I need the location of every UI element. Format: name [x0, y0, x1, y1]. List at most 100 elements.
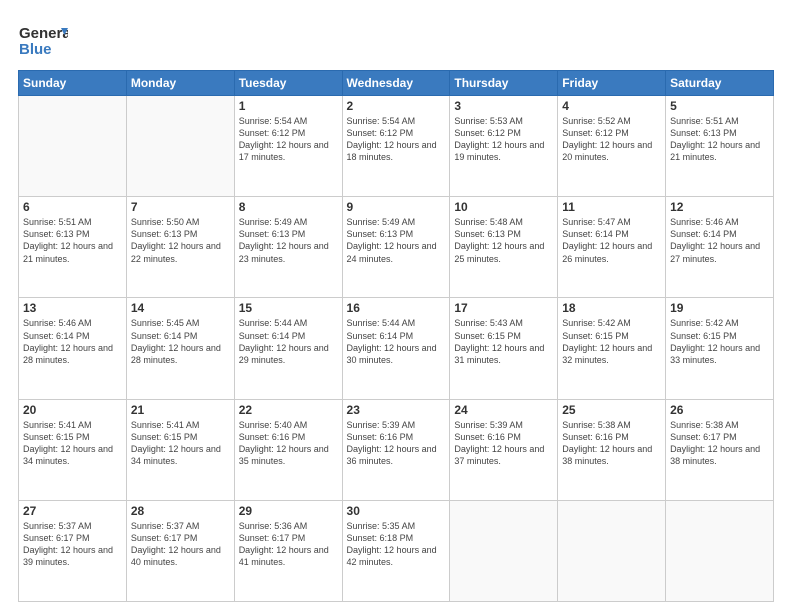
week-row-4: 20 Sunrise: 5:41 AM Sunset: 6:15 PM Dayli… [19, 399, 774, 500]
day-info: Sunrise: 5:48 AM Sunset: 6:13 PM Dayligh… [454, 216, 553, 265]
header: General Blue [18, 18, 774, 60]
day-number: 11 [562, 200, 661, 214]
day-number: 7 [131, 200, 230, 214]
day-number: 17 [454, 301, 553, 315]
day-number: 30 [347, 504, 446, 518]
weekday-header-wednesday: Wednesday [342, 71, 450, 96]
weekday-header-row: SundayMondayTuesdayWednesdayThursdayFrid… [19, 71, 774, 96]
day-number: 10 [454, 200, 553, 214]
calendar-cell: 20Sunrise: 5:41 AM Sunset: 6:15 PM Dayli… [19, 399, 127, 500]
calendar-cell: 10 Sunrise: 5:48 AM Sunset: 6:13 PM Dayli… [450, 197, 558, 298]
day-number: 24 [454, 403, 553, 417]
calendar-cell [666, 500, 774, 601]
calendar-cell: 21Sunrise: 5:41 AM Sunset: 6:15 PM Dayli… [126, 399, 234, 500]
calendar-cell: 1 Sunrise: 5:54 AM Sunset: 6:12 PM Daylig… [234, 96, 342, 197]
calendar-cell: 18 Sunrise: 5:42 AM Sunset: 6:15 PM Dayli… [558, 298, 666, 399]
day-number: 14 [131, 301, 230, 315]
day-number: 8 [239, 200, 338, 214]
logo: General Blue [18, 18, 68, 60]
weekday-header-thursday: Thursday [450, 71, 558, 96]
calendar-cell [126, 96, 234, 197]
day-number: 25 [562, 403, 661, 417]
day-info: Sunrise: 5:46 AM Sunset: 6:14 PM Dayligh… [23, 317, 122, 366]
day-number: 3 [454, 99, 553, 113]
day-info: Sunrise: 5:49 AM Sunset: 6:13 PM Dayligh… [239, 216, 338, 265]
day-info: Sunrise: 5:38 AM Sunset: 6:16 PM Dayligh… [562, 419, 661, 468]
svg-text:Blue: Blue [19, 41, 52, 58]
day-info: Sunrise: 5:50 AM Sunset: 6:13 PM Dayligh… [131, 216, 230, 265]
weekday-header-tuesday: Tuesday [234, 71, 342, 96]
calendar-cell: 19 Sunrise: 5:42 AM Sunset: 6:15 PM Dayli… [666, 298, 774, 399]
calendar-cell: 5 Sunrise: 5:51 AM Sunset: 6:13 PM Daylig… [666, 96, 774, 197]
calendar-cell: 14 Sunrise: 5:45 AM Sunset: 6:14 PM Dayli… [126, 298, 234, 399]
calendar-cell: 4 Sunrise: 5:52 AM Sunset: 6:12 PM Daylig… [558, 96, 666, 197]
day-info: Sunrise: 5:51 AM Sunset: 6:13 PM Dayligh… [670, 115, 769, 164]
day-info: Sunrise: 5:49 AM Sunset: 6:13 PM Dayligh… [347, 216, 446, 265]
calendar-cell: 16Sunrise: 5:44 AM Sunset: 6:14 PM Dayli… [342, 298, 450, 399]
day-info: Sunrise: 5:51 AM Sunset: 6:13 PM Dayligh… [23, 216, 122, 265]
day-number: 13 [23, 301, 122, 315]
calendar-cell: 23 Sunrise: 5:39 AM Sunset: 6:16 PM Dayli… [342, 399, 450, 500]
calendar-body: 1 Sunrise: 5:54 AM Sunset: 6:12 PM Daylig… [19, 96, 774, 602]
calendar-cell: 24Sunrise: 5:39 AM Sunset: 6:16 PM Dayli… [450, 399, 558, 500]
day-info: Sunrise: 5:52 AM Sunset: 6:12 PM Dayligh… [562, 115, 661, 164]
calendar-cell: 27Sunrise: 5:37 AM Sunset: 6:17 PM Dayli… [19, 500, 127, 601]
day-number: 22 [239, 403, 338, 417]
day-info: Sunrise: 5:44 AM Sunset: 6:14 PM Dayligh… [239, 317, 338, 366]
weekday-header-saturday: Saturday [666, 71, 774, 96]
calendar-cell: 26 Sunrise: 5:38 AM Sunset: 6:17 PM Dayli… [666, 399, 774, 500]
day-info: Sunrise: 5:46 AM Sunset: 6:14 PM Dayligh… [670, 216, 769, 265]
day-number: 9 [347, 200, 446, 214]
calendar-cell: 7 Sunrise: 5:50 AM Sunset: 6:13 PM Daylig… [126, 197, 234, 298]
day-number: 28 [131, 504, 230, 518]
page: General Blue SundayMondayTuesdayWednesda… [0, 0, 792, 612]
day-number: 12 [670, 200, 769, 214]
day-number: 4 [562, 99, 661, 113]
day-info: Sunrise: 5:39 AM Sunset: 6:16 PM Dayligh… [347, 419, 446, 468]
day-info: Sunrise: 5:38 AM Sunset: 6:17 PM Dayligh… [670, 419, 769, 468]
day-info: Sunrise: 5:45 AM Sunset: 6:14 PM Dayligh… [131, 317, 230, 366]
week-row-1: 1 Sunrise: 5:54 AM Sunset: 6:12 PM Daylig… [19, 96, 774, 197]
calendar-cell [19, 96, 127, 197]
calendar-cell: 22Sunrise: 5:40 AM Sunset: 6:16 PM Dayli… [234, 399, 342, 500]
day-number: 20 [23, 403, 122, 417]
day-number: 16 [347, 301, 446, 315]
calendar-cell [450, 500, 558, 601]
day-info: Sunrise: 5:42 AM Sunset: 6:15 PM Dayligh… [562, 317, 661, 366]
calendar-cell: 12 Sunrise: 5:46 AM Sunset: 6:14 PM Dayli… [666, 197, 774, 298]
calendar-cell: 17 Sunrise: 5:43 AM Sunset: 6:15 PM Dayli… [450, 298, 558, 399]
calendar-cell [558, 500, 666, 601]
day-number: 6 [23, 200, 122, 214]
week-row-2: 6 Sunrise: 5:51 AM Sunset: 6:13 PM Daylig… [19, 197, 774, 298]
svg-text:General: General [19, 25, 68, 42]
day-number: 15 [239, 301, 338, 315]
day-info: Sunrise: 5:37 AM Sunset: 6:17 PM Dayligh… [23, 520, 122, 569]
calendar-table: SundayMondayTuesdayWednesdayThursdayFrid… [18, 70, 774, 602]
logo-svg: General Blue [18, 18, 68, 60]
day-number: 19 [670, 301, 769, 315]
day-info: Sunrise: 5:42 AM Sunset: 6:15 PM Dayligh… [670, 317, 769, 366]
week-row-3: 13 Sunrise: 5:46 AM Sunset: 6:14 PM Dayli… [19, 298, 774, 399]
calendar-cell: 8 Sunrise: 5:49 AM Sunset: 6:13 PM Daylig… [234, 197, 342, 298]
calendar-cell: 3 Sunrise: 5:53 AM Sunset: 6:12 PM Daylig… [450, 96, 558, 197]
calendar-cell: 2Sunrise: 5:54 AM Sunset: 6:12 PM Daylig… [342, 96, 450, 197]
day-info: Sunrise: 5:36 AM Sunset: 6:17 PM Dayligh… [239, 520, 338, 569]
day-number: 18 [562, 301, 661, 315]
day-number: 1 [239, 99, 338, 113]
calendar-cell: 15 Sunrise: 5:44 AM Sunset: 6:14 PM Dayli… [234, 298, 342, 399]
weekday-header-sunday: Sunday [19, 71, 127, 96]
calendar-header: SundayMondayTuesdayWednesdayThursdayFrid… [19, 71, 774, 96]
day-info: Sunrise: 5:35 AM Sunset: 6:18 PM Dayligh… [347, 520, 446, 569]
calendar-cell: 29Sunrise: 5:36 AM Sunset: 6:17 PM Dayli… [234, 500, 342, 601]
day-info: Sunrise: 5:41 AM Sunset: 6:15 PM Dayligh… [131, 419, 230, 468]
weekday-header-friday: Friday [558, 71, 666, 96]
calendar-cell: 25 Sunrise: 5:38 AM Sunset: 6:16 PM Dayli… [558, 399, 666, 500]
day-info: Sunrise: 5:54 AM Sunset: 6:12 PM Dayligh… [239, 115, 338, 164]
day-number: 5 [670, 99, 769, 113]
day-number: 23 [347, 403, 446, 417]
day-info: Sunrise: 5:53 AM Sunset: 6:12 PM Dayligh… [454, 115, 553, 164]
day-number: 26 [670, 403, 769, 417]
calendar-cell: 9 Sunrise: 5:49 AM Sunset: 6:13 PM Daylig… [342, 197, 450, 298]
day-info: Sunrise: 5:43 AM Sunset: 6:15 PM Dayligh… [454, 317, 553, 366]
day-info: Sunrise: 5:37 AM Sunset: 6:17 PM Dayligh… [131, 520, 230, 569]
